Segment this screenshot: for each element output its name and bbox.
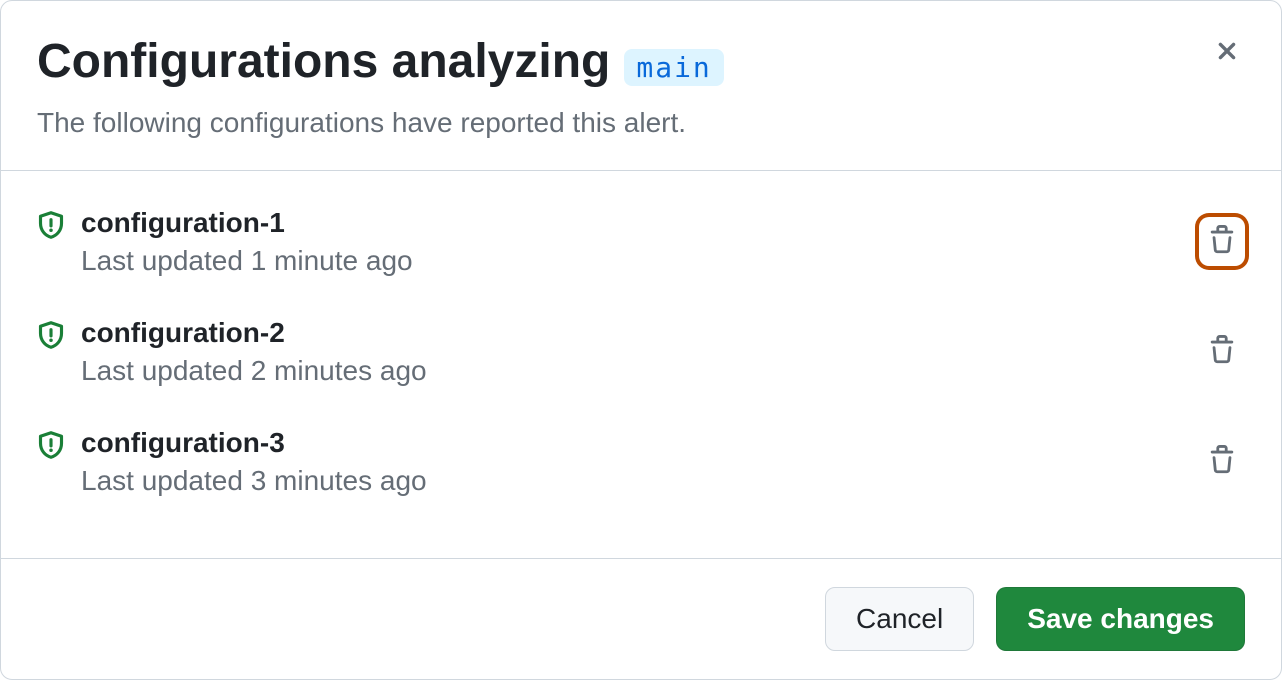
config-row: configuration-2 Last updated 2 minutes ag… bbox=[37, 301, 1245, 403]
config-content: configuration-3 Last updated 3 minutes ag… bbox=[81, 427, 1183, 497]
title-row: Configurations analyzing main bbox=[37, 33, 1245, 91]
shield-alert-icon bbox=[37, 211, 65, 239]
trash-icon bbox=[1207, 225, 1237, 258]
branch-badge: main bbox=[624, 49, 723, 86]
close-button[interactable] bbox=[1209, 33, 1245, 72]
config-row: configuration-1 Last updated 1 minute ago bbox=[37, 191, 1245, 293]
config-updated: Last updated 1 minute ago bbox=[81, 245, 1183, 277]
trash-icon bbox=[1207, 335, 1237, 368]
delete-config-button[interactable] bbox=[1199, 217, 1245, 266]
config-content: configuration-2 Last updated 2 minutes ag… bbox=[81, 317, 1183, 387]
delete-config-button[interactable] bbox=[1199, 327, 1245, 376]
configurations-dialog: Configurations analyzing main The follow… bbox=[0, 0, 1282, 680]
cancel-button[interactable]: Cancel bbox=[825, 587, 974, 651]
config-name: configuration-1 bbox=[81, 207, 1183, 239]
config-name: configuration-3 bbox=[81, 427, 1183, 459]
dialog-header: Configurations analyzing main The follow… bbox=[1, 1, 1281, 171]
dialog-body: configuration-1 Last updated 1 minute ago… bbox=[1, 171, 1281, 559]
config-updated: Last updated 2 minutes ago bbox=[81, 355, 1183, 387]
config-name: configuration-2 bbox=[81, 317, 1183, 349]
close-icon bbox=[1213, 37, 1241, 68]
save-button[interactable]: Save changes bbox=[996, 587, 1245, 651]
delete-config-button[interactable] bbox=[1199, 437, 1245, 486]
dialog-subtitle: The following configurations have report… bbox=[37, 103, 1245, 142]
trash-icon bbox=[1207, 445, 1237, 478]
config-updated: Last updated 3 minutes ago bbox=[81, 465, 1183, 497]
config-row: configuration-3 Last updated 3 minutes ag… bbox=[37, 411, 1245, 513]
dialog-title: Configurations analyzing bbox=[37, 33, 610, 91]
dialog-footer: Cancel Save changes bbox=[1, 558, 1281, 679]
config-content: configuration-1 Last updated 1 minute ago bbox=[81, 207, 1183, 277]
shield-alert-icon bbox=[37, 321, 65, 349]
shield-alert-icon bbox=[37, 431, 65, 459]
